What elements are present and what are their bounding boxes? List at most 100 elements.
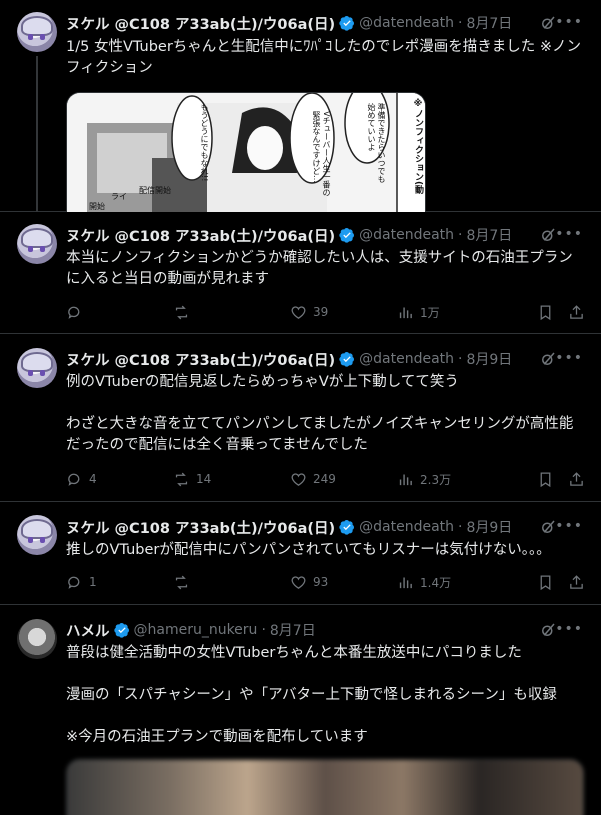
avatar[interactable] (17, 224, 57, 264)
retweet-icon (175, 575, 188, 589)
display-name[interactable]: ヌケル @C108 ア33ab(土)/ウ06a(日) (66, 13, 335, 34)
reply-count: 4 (89, 472, 97, 486)
timestamp[interactable]: 8月7日 (270, 620, 316, 640)
display-name[interactable]: ヌケル @C108 ア33ab(土)/ウ06a(日) (66, 517, 335, 538)
censored-video-thumbnail[interactable] (66, 759, 584, 815)
reply-icon (68, 473, 80, 486)
tweet-header: ヌケル @C108 ア33ab(土)/ウ06a(日) @datendeath ·… (66, 13, 512, 33)
reply-icon (68, 306, 80, 319)
like-button[interactable]: 93 (290, 574, 397, 591)
tweet-3[interactable]: ヌケル @C108 ア33ab(土)/ウ06a(日) @datendeath ·… (0, 334, 601, 502)
reply-button[interactable] (66, 304, 173, 321)
avatar[interactable] (17, 515, 57, 555)
like-button[interactable]: 39 (290, 304, 397, 321)
tweet-header: ハメル @hameru_nukeru · 8月7日 (66, 620, 316, 640)
reply-button[interactable]: 4 (66, 471, 173, 488)
tweet-5[interactable]: ハメル @hameru_nukeru · 8月7日 ••• 普段は健全活動中の女… (0, 605, 601, 815)
display-name[interactable]: ハメル (66, 620, 110, 641)
tweet-header: ヌケル @C108 ア33ab(土)/ウ06a(日) @datendeath ·… (66, 517, 512, 537)
retweet-icon (175, 472, 188, 486)
tweet-text: 1/5 女性VTuberちゃんと生配信中にﾜﾊﾟｺしたのでレポ漫画を描きました … (66, 39, 582, 76)
action-bar: 39 1万 (66, 302, 586, 322)
reply-icon (68, 576, 80, 589)
handle[interactable]: @hameru_nukeru (134, 622, 258, 638)
separator-dot: · (458, 351, 463, 367)
action-bar: 1 93 1.4万 (66, 572, 586, 592)
tweet-2[interactable]: ヌケル @C108 ア33ab(土)/ウ06a(日) @datendeath ·… (0, 212, 601, 334)
verified-badge-icon (113, 623, 129, 638)
reply-count: 1 (89, 575, 97, 589)
view-count: 1万 (420, 305, 440, 320)
display-name[interactable]: ヌケル @C108 ア33ab(土)/ウ06a(日) (66, 349, 335, 370)
manga-screen-text-3: 開始 (89, 202, 105, 211)
more-icon[interactable]: ••• (555, 14, 583, 30)
handle[interactable]: @datendeath (359, 351, 454, 367)
bookmark-icon[interactable] (537, 574, 554, 591)
views-icon (399, 307, 412, 318)
avatar[interactable] (17, 348, 57, 388)
tweet-1[interactable]: ヌケル @C108 ア33ab(土)/ウ06a(日) @datendeath ·… (0, 0, 601, 212)
avatar[interactable] (17, 619, 57, 659)
retweet-button[interactable]: 14 (173, 471, 290, 488)
separator-dot: · (458, 15, 463, 31)
verified-badge-icon (339, 520, 355, 535)
like-count: 93 (313, 575, 329, 589)
handle[interactable]: @datendeath (359, 227, 454, 243)
tweet-text: 普段は健全活動中の女性VTuberちゃんと本番生放送中にパコりました 漫画の「ス… (66, 645, 557, 745)
avatar[interactable] (17, 12, 57, 52)
heart-icon (291, 472, 306, 486)
timestamp[interactable]: 8月7日 (466, 225, 512, 245)
handle[interactable]: @datendeath (359, 15, 454, 31)
views-button[interactable]: 1.4万 (397, 574, 537, 591)
tweet-text: 推しのVTuberが配信中にパンパンされていてもリスナーは気付けない。。。 (66, 542, 551, 558)
manga-screen-text-2: ライ (111, 192, 127, 201)
tweet-header: ヌケル @C108 ア33ab(土)/ウ06a(日) @datendeath ·… (66, 349, 512, 369)
thread-line (36, 56, 38, 212)
bookmark-icon[interactable] (537, 304, 554, 321)
heart-icon (291, 305, 306, 319)
like-count: 39 (313, 305, 329, 319)
verified-badge-icon (339, 228, 355, 243)
manga-image[interactable]: 準備できたらいつでも始めていいよ Vチューバー人生一番の緊張なんですけど… もう… (66, 92, 426, 212)
verified-badge-icon (339, 16, 355, 31)
share-icon[interactable] (568, 471, 585, 488)
more-icon[interactable]: ••• (555, 350, 583, 366)
view-count: 1.4万 (420, 575, 452, 590)
reply-button[interactable]: 1 (66, 574, 173, 591)
manga-bubble-2: Vチューバー人生一番の緊張なんですけど… (312, 111, 331, 197)
manga-bubble-1: 準備できたらいつでも始めていいよ (367, 103, 386, 183)
share-icon[interactable] (568, 574, 585, 591)
display-name[interactable]: ヌケル @C108 ア33ab(土)/ウ06a(日) (66, 225, 335, 246)
handle[interactable]: @datendeath (359, 519, 454, 535)
retweet-button[interactable] (173, 304, 290, 321)
manga-screen-text-1: 配信開始 (139, 186, 171, 195)
heart-icon (291, 575, 306, 589)
tweet-header: ヌケル @C108 ア33ab(土)/ウ06a(日) @datendeath ·… (66, 225, 512, 245)
separator-dot: · (261, 622, 266, 638)
timestamp[interactable]: 8月9日 (466, 517, 512, 537)
retweet-button[interactable] (173, 574, 290, 591)
views-icon (399, 474, 412, 485)
view-count: 2.3万 (420, 472, 452, 487)
like-count: 249 (313, 472, 336, 486)
timestamp[interactable]: 8月7日 (466, 13, 512, 33)
views-button[interactable]: 1万 (397, 304, 537, 321)
verified-badge-icon (339, 352, 355, 367)
tweet-4[interactable]: ヌケル @C108 ア33ab(土)/ウ06a(日) @datendeath ·… (0, 502, 601, 605)
more-icon[interactable]: ••• (555, 518, 583, 534)
views-button[interactable]: 2.3万 (397, 471, 537, 488)
more-icon[interactable]: ••• (555, 621, 583, 637)
like-button[interactable]: 249 (290, 471, 397, 488)
more-icon[interactable]: ••• (555, 226, 583, 242)
share-icon[interactable] (568, 304, 585, 321)
separator-dot: · (458, 227, 463, 243)
views-icon (399, 577, 412, 588)
action-bar: 4 14 249 2.3万 (66, 469, 586, 489)
timestamp[interactable]: 8月9日 (466, 349, 512, 369)
separator-dot: · (458, 519, 463, 535)
bookmark-icon[interactable] (537, 471, 554, 488)
tweet-text: 本当にノンフィクションかどうか確認したい人は、支援サイトの石油王プランに入ると当… (66, 250, 573, 287)
tweet-text: 例のVTuberの配信見返したらめっちゃVが上下動してて笑う わざと大きな音を立… (66, 374, 574, 453)
manga-side-label: ※ノンフィクション(動 (413, 99, 423, 195)
retweet-icon (175, 305, 188, 319)
